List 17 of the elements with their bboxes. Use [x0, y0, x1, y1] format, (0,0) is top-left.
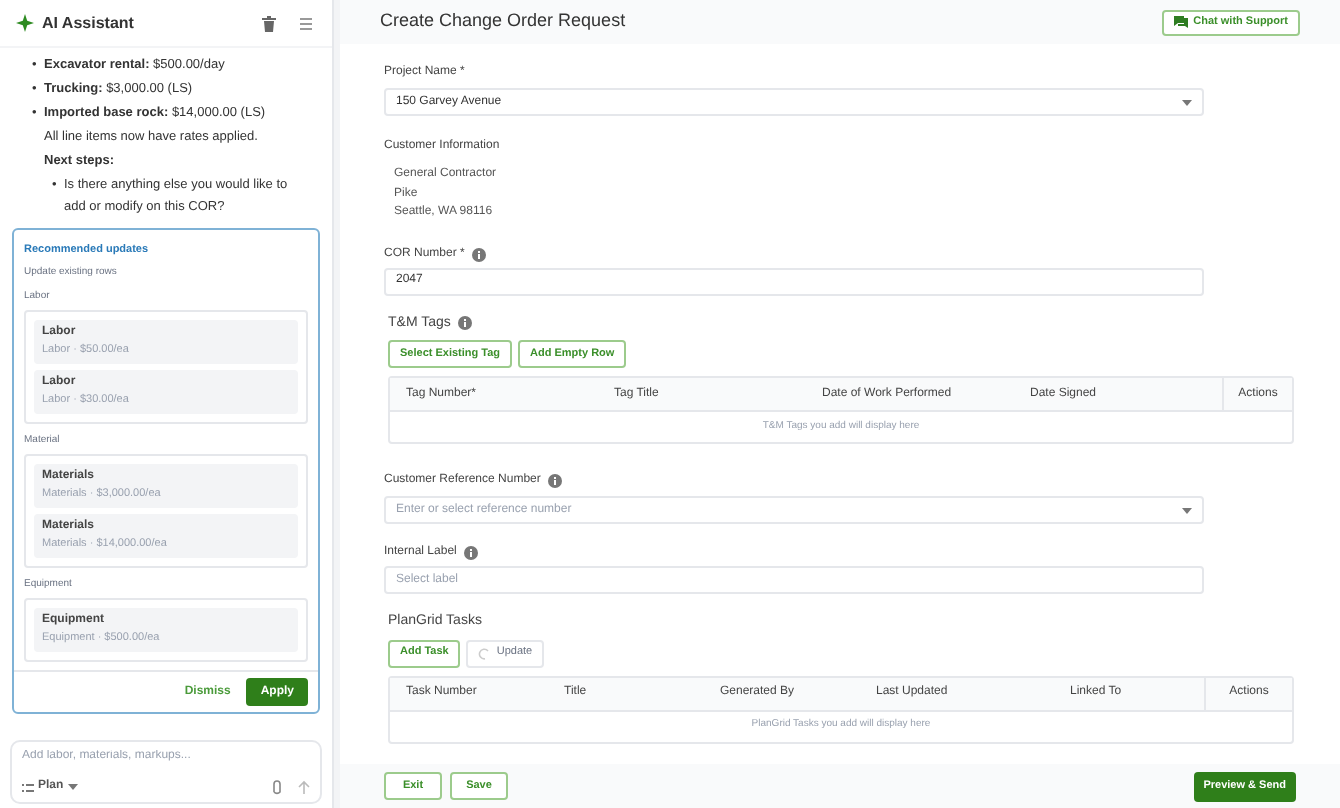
refresh-icon: [478, 647, 491, 659]
info-icon: [548, 474, 563, 488]
chat-icon: [1173, 16, 1188, 28]
plan-icon: [22, 783, 34, 791]
page-title: Create Change Order Request: [380, 8, 628, 35]
info-icon: [472, 247, 487, 261]
sparkle-icon: [16, 14, 34, 32]
caret-icon: [1182, 99, 1192, 105]
caret-icon: [67, 784, 78, 790]
panel-title: AI Assistant: [42, 11, 136, 35]
info-icon: [458, 316, 473, 331]
arrow-up-icon: [298, 780, 310, 794]
trash-icon: [262, 15, 276, 31]
caret-icon: [1182, 507, 1192, 513]
paperclip-icon: [272, 779, 282, 795]
info-icon: [464, 546, 479, 560]
menu-icon: [300, 17, 316, 29]
